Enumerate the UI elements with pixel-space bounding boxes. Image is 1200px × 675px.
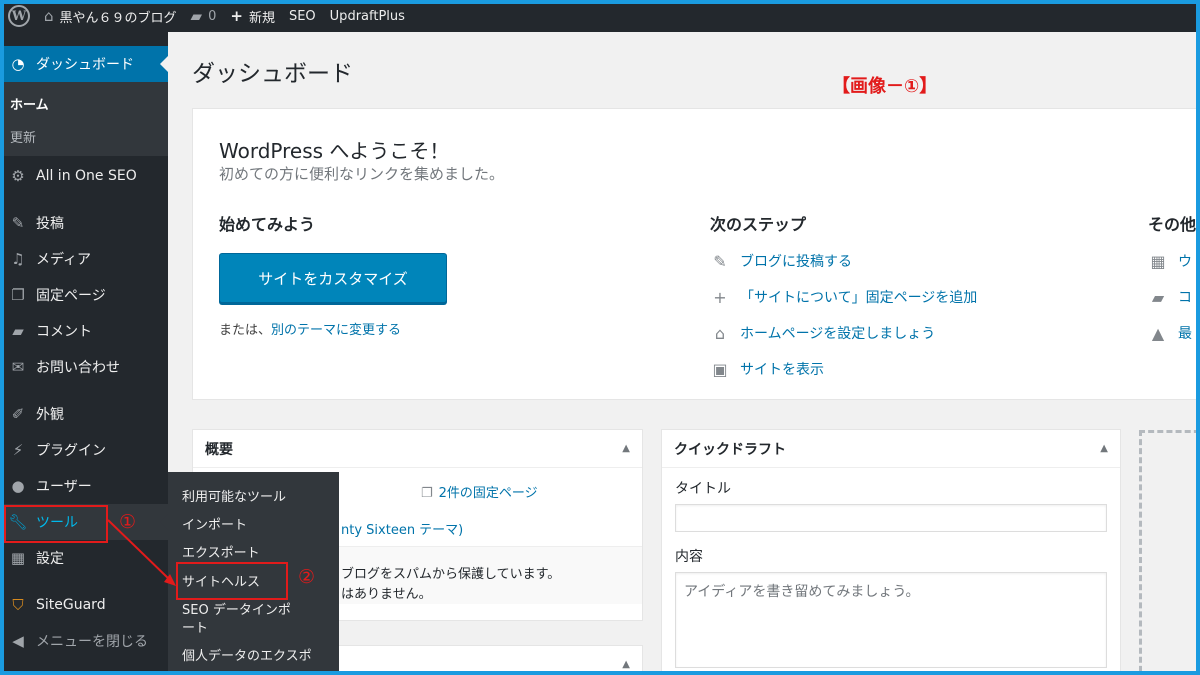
empty-widget-dropzone: [1139, 430, 1200, 675]
toggle-arrow-icon[interactable]: ▲: [622, 659, 630, 670]
annotation-box-tools: [4, 505, 108, 543]
updraftplus-link[interactable]: UpdraftPlus: [330, 9, 405, 24]
flyout-item-available-tools[interactable]: 利用可能なツール: [168, 484, 339, 512]
quick-draft-header[interactable]: クイックドラフト ▲: [662, 430, 1120, 468]
alt-theme-text: または、別のテーマに変更する: [219, 323, 402, 338]
toggle-arrow-icon[interactable]: ▲: [1100, 443, 1108, 454]
user-icon: ●: [11, 477, 25, 495]
sidebar-item-contact[interactable]: ✉ お問い合わせ: [0, 349, 168, 385]
more-action-comments[interactable]: ▰ コ: [1148, 279, 1196, 315]
image-annotation-label: 【画像－①】: [832, 76, 938, 97]
next-steps-heading: 次のステップ: [710, 215, 807, 234]
pages-icon: ❐: [421, 486, 433, 501]
quick-draft-box: クイックドラフト ▲ タイトル 内容 アイディアを書き留めてみましょう。: [661, 429, 1121, 675]
step-add-about-page[interactable]: + 「サイトについて」固定ページを追加: [710, 279, 977, 315]
welcome-title: WordPress へようこそ！: [219, 139, 450, 163]
draft-title-label: タイトル: [675, 481, 731, 497]
sidebar-item-appearance[interactable]: ✐ 外観: [0, 396, 168, 432]
sidebar-item-comments[interactable]: ▰ コメント: [0, 313, 168, 349]
pushpin-icon: ✎: [11, 214, 25, 232]
welcome-about: 初めての方に便利なリンクを集めました。: [219, 165, 505, 183]
submenu-item-updates[interactable]: 更新: [0, 123, 168, 150]
annotation-box-site-health: [176, 562, 288, 600]
get-started-heading: 始めてみよう: [219, 215, 316, 234]
settings-icon: ▦: [10, 549, 26, 567]
comments-link[interactable]: ▰ 0: [191, 7, 217, 25]
dashboard-icon: ◔: [11, 55, 25, 73]
glance-theme-text: nty Sixteen テーマ): [341, 523, 464, 538]
media-icon: ♫: [11, 250, 25, 268]
page-title: ダッシュボード: [192, 61, 353, 87]
sidebar-item-posts[interactable]: ✎ 投稿: [0, 205, 168, 241]
site-name-link[interactable]: ⌂ 黒やん６９のブログ: [44, 7, 177, 26]
widgets-icon: ▦: [1150, 251, 1166, 271]
draft-content-label: 内容: [675, 549, 703, 565]
sidebar-item-aioseo[interactable]: ⚙ All in One SEO: [0, 158, 168, 194]
home-icon: ⌂: [44, 7, 54, 25]
seo-link[interactable]: SEO: [289, 9, 316, 24]
sidebar-item-media[interactable]: ♫ メディア: [0, 241, 168, 277]
collapse-menu-button[interactable]: ◀ メニューを閉じる: [0, 623, 168, 659]
pages-icon: ❐: [11, 286, 25, 304]
step-setup-homepage[interactable]: ⌂ ホームページを設定しましょう: [710, 315, 977, 351]
flyout-item-personal-data[interactable]: 個人データのエクスポ: [168, 643, 339, 671]
admin-bar: W ⌂ 黒やん６９のブログ ▰ 0 + 新規 SEO UpdraftPlus: [0, 0, 1200, 32]
dashboard-submenu: ホーム 更新: [0, 82, 168, 156]
step-write-post[interactable]: ✎ ブログに投稿する: [710, 243, 977, 279]
mail-icon: ✉: [11, 358, 25, 376]
shield-icon: ⛉: [12, 596, 24, 614]
new-content-link[interactable]: + 新規: [230, 7, 275, 26]
change-theme-link[interactable]: 別のテーマに変更する: [271, 323, 401, 338]
flyout-item-seo-import[interactable]: SEO データインポート: [168, 597, 308, 643]
comment-off-icon: ▰: [1151, 287, 1165, 307]
sidebar-item-users[interactable]: ● ユーザー: [0, 468, 168, 504]
draft-title-input[interactable]: [675, 504, 1107, 532]
glance-pages-link[interactable]: ❐ 2件の固定ページ: [421, 482, 538, 501]
glance-spam-text-2: はありません。: [341, 587, 432, 602]
get-started-column: 始めてみよう サイトをカスタマイズ または、別のテーマに変更する: [219, 211, 447, 338]
toggle-arrow-icon[interactable]: ▲: [622, 443, 630, 454]
paintbrush-icon: ✐: [11, 405, 25, 423]
edit-icon: ✎: [713, 251, 727, 271]
welcome-panel: WordPress へようこそ！ 初めての方に便利なリンクを集めました。 始めて…: [192, 108, 1200, 400]
plus-icon: +: [230, 7, 243, 25]
sidebar-item-settings[interactable]: ▦ 設定: [0, 540, 168, 576]
submenu-item-home[interactable]: ホーム: [0, 90, 168, 117]
more-actions-column: その他 ▦ ウ ▰ コ ▲ 最: [1148, 211, 1196, 351]
sidebar-item-plugins[interactable]: ⚡ プラグイン: [0, 432, 168, 468]
draft-content-textarea[interactable]: アイディアを書き留めてみましょう。: [675, 572, 1107, 668]
plugin-icon: ⚡: [12, 441, 24, 459]
view-site-icon: ▣: [712, 359, 728, 379]
annotation-number-2: ②: [298, 566, 316, 588]
home-icon: ⌂: [714, 323, 726, 343]
gear-icon: ⚙: [11, 167, 25, 185]
glance-spam-text: ブログをスパムから保護しています。: [341, 567, 561, 582]
step-view-site[interactable]: ▣ サイトを表示: [710, 351, 977, 387]
more-actions-heading: その他: [1148, 215, 1197, 234]
more-action-learn[interactable]: ▲ 最: [1148, 315, 1196, 351]
admin-sidebar: ◔ ダッシュボード ホーム 更新 ⚙ All in One SEO ✎ 投稿 ♫…: [0, 32, 168, 675]
comment-icon: ▰: [190, 7, 203, 25]
plus-icon: +: [713, 287, 727, 307]
comment-icon: ▰: [12, 322, 24, 340]
sidebar-item-siteguard[interactable]: ⛉ SiteGuard: [0, 587, 168, 623]
collapse-icon: ◀: [12, 632, 24, 650]
next-steps-column: 次のステップ ✎ ブログに投稿する + 「サイトについて」固定ページを追加 ⌂ …: [710, 211, 977, 387]
flyout-item-import[interactable]: インポート: [168, 512, 339, 540]
more-action-widgets[interactable]: ▦ ウ: [1148, 243, 1196, 279]
annotation-number-1: ①: [119, 511, 137, 533]
wordpress-logo-icon[interactable]: W: [8, 5, 30, 27]
customize-site-button[interactable]: サイトをカスタマイズ: [219, 253, 447, 303]
at-a-glance-header[interactable]: 概要 ▲: [193, 430, 642, 468]
sidebar-item-dashboard[interactable]: ◔ ダッシュボード: [0, 46, 168, 82]
learn-icon: ▲: [1151, 323, 1165, 343]
sidebar-item-pages[interactable]: ❐ 固定ページ: [0, 277, 168, 313]
